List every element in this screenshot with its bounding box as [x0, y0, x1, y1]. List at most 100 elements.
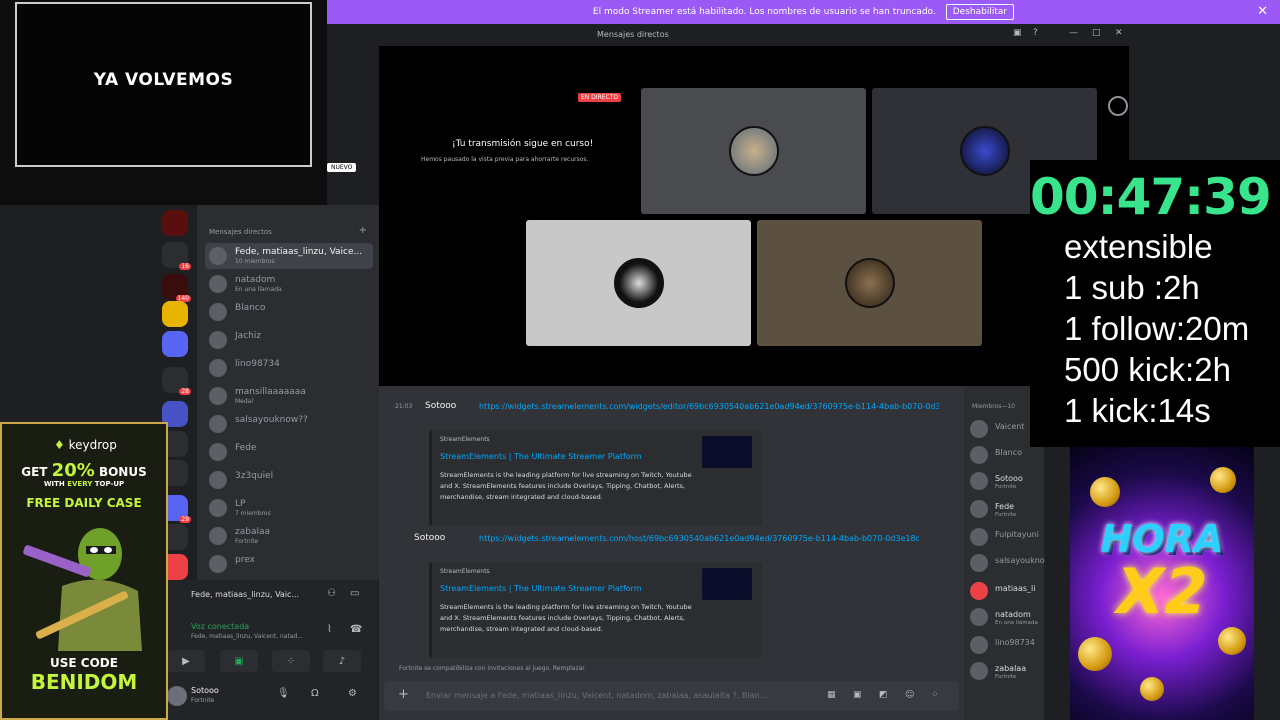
- member-item[interactable]: lino98734: [970, 634, 1044, 658]
- camera-button[interactable]: ▶: [167, 650, 205, 672]
- dm-item[interactable]: zabalaa Fortnite: [205, 523, 373, 549]
- avatar: [970, 636, 988, 654]
- participant-tile[interactable]: [641, 88, 866, 214]
- apps-icon[interactable]: ⁘: [931, 690, 939, 700]
- member-status: Fortnite: [995, 674, 1017, 680]
- message-link[interactable]: https://widgets.streamelements.com/host/…: [479, 534, 919, 543]
- embed-title[interactable]: StreamElements | The Ultimate Streamer P…: [440, 584, 642, 593]
- disconnect-icon[interactable]: ☎: [350, 624, 362, 635]
- new-badge: NUEVO: [327, 163, 357, 172]
- avatar: [728, 126, 779, 176]
- avatar: [970, 446, 988, 464]
- gif-icon[interactable]: ▣: [853, 690, 862, 700]
- gift-icon[interactable]: ▦: [827, 690, 836, 700]
- soundboard-button[interactable]: ♪: [323, 650, 361, 672]
- participant-tile[interactable]: [757, 220, 982, 346]
- member-item[interactable]: Blanco: [970, 444, 1044, 468]
- server-icon[interactable]: [162, 331, 188, 357]
- member-item[interactable]: zabalaa Fortnite: [970, 660, 1044, 684]
- dm-item[interactable]: Fede: [205, 439, 373, 465]
- emoji-icon[interactable]: ☺: [905, 690, 914, 700]
- settings-icon[interactable]: ⚙: [348, 688, 357, 699]
- member-item[interactable]: salsayouknow: [970, 552, 1045, 576]
- add-dm-icon[interactable]: +: [359, 225, 367, 236]
- screen-share-button[interactable]: ▣: [220, 650, 258, 672]
- voice-channel-name[interactable]: Fede, matiaas_linzu, Vaic...: [191, 590, 299, 599]
- activities-button[interactable]: ⁘: [272, 650, 310, 672]
- message-time: 21:03: [395, 403, 413, 410]
- dm-item[interactable]: prex: [205, 551, 373, 577]
- minimize-icon[interactable]: —: [1069, 28, 1078, 38]
- dm-name: Fede, matiaas_linzu, Vaice...: [235, 247, 363, 257]
- server-icon[interactable]: [162, 301, 188, 327]
- dm-name: Fede: [235, 443, 257, 453]
- dm-item[interactable]: LP 7 miembros: [205, 495, 373, 521]
- dm-name: natadom: [235, 275, 276, 285]
- voice-panel: Fede, matiaas_linzu, Vaic... ⚇ ▭ Voz con…: [155, 580, 377, 720]
- maximize-icon[interactable]: □: [1092, 28, 1101, 38]
- dm-item[interactable]: Jachiz: [205, 327, 373, 353]
- avatar: [959, 126, 1010, 176]
- user-add-icon[interactable]: ⚇: [327, 588, 336, 599]
- noise-icon[interactable]: ⌇: [327, 624, 332, 635]
- chat-area: 21:03 Sotooo https://widgets.streameleme…: [379, 386, 964, 720]
- timer-rule: 1 follow:20m: [1064, 310, 1250, 347]
- screen-share-icon: ▣: [234, 655, 244, 667]
- use-code-label: USE CODE: [50, 656, 118, 670]
- message-author[interactable]: Sotooo: [414, 533, 445, 543]
- dm-item[interactable]: salsayouknow??: [205, 411, 373, 437]
- x2-text: X2: [1116, 555, 1208, 628]
- current-user-status: Fortnite: [191, 697, 215, 704]
- inbox-icon[interactable]: ▣: [1013, 28, 1022, 38]
- member-name: Fede: [995, 502, 1015, 511]
- dm-header: Mensajes directos: [209, 228, 272, 236]
- dm-item[interactable]: Blanco: [205, 299, 373, 325]
- microphone-icon[interactable]: 🎙: [277, 688, 290, 699]
- message-author[interactable]: Sotooo: [425, 401, 456, 411]
- avatar: [970, 472, 988, 490]
- dm-item[interactable]: lino98734: [205, 355, 373, 381]
- embed-provider: StreamElements: [440, 568, 490, 575]
- close-icon[interactable]: ✕: [1257, 4, 1268, 19]
- activities-icon: ⁘: [286, 655, 296, 667]
- member-item[interactable]: Fulpitayuni: [970, 526, 1044, 550]
- embed-thumbnail[interactable]: [702, 568, 752, 600]
- keydrop-ad: ♦ keydrop GET 20% BONUS WITH EVERY TOP-U…: [0, 422, 168, 720]
- member-item[interactable]: matiaas_li: [970, 580, 1044, 604]
- avatar: [209, 527, 227, 545]
- avatar[interactable]: [167, 686, 187, 706]
- member-item[interactable]: Fede Fortnite: [970, 498, 1044, 522]
- ad-subline: WITH EVERY TOP-UP: [43, 480, 125, 488]
- dm-item[interactable]: mansillaaaaaaa Medal: [205, 383, 373, 409]
- coin-icon: [1218, 627, 1246, 655]
- message-input[interactable]: Enviar mensaje a Fede, matiaas_linzu, Va…: [426, 691, 767, 700]
- member-item[interactable]: natadom En una llamada: [970, 606, 1044, 630]
- dm-item[interactable]: natadom En una llamada: [205, 271, 373, 297]
- server-icon[interactable]: 16: [162, 242, 191, 270]
- dm-item[interactable]: Fede, matiaas_linzu, Vaice... 10 miembro…: [205, 243, 373, 269]
- headphones-icon[interactable]: Ω: [311, 688, 319, 699]
- server-icon[interactable]: 28: [162, 367, 191, 395]
- embed-title[interactable]: StreamElements | The Ultimate Streamer P…: [440, 452, 642, 461]
- embed-thumbnail[interactable]: [702, 436, 752, 468]
- add-attachment-icon[interactable]: +: [398, 687, 409, 702]
- member-item[interactable]: Sotooo Fortnite: [970, 470, 1044, 494]
- help-icon[interactable]: ?: [1033, 28, 1038, 38]
- screen-icon[interactable]: ▭: [350, 588, 359, 599]
- link-embed: StreamElements StreamElements | The Ulti…: [429, 562, 762, 658]
- sticker-icon[interactable]: ◩: [879, 690, 888, 700]
- message-link[interactable]: https://widgets.streamelements.com/widge…: [479, 402, 939, 411]
- participant-tile[interactable]: [526, 220, 751, 346]
- disable-streamer-button[interactable]: Deshabilitar: [945, 4, 1015, 20]
- dm-name: prex: [235, 555, 255, 565]
- window-close-icon[interactable]: ✕: [1115, 28, 1123, 38]
- timer-rules: extensible 1 sub :2h 1 follow:20m 500 ki…: [1064, 226, 1280, 431]
- brb-overlay: YA VOLVEMOS: [0, 0, 327, 205]
- dm-item[interactable]: 3z3quiel: [205, 467, 373, 493]
- keydrop-logo: ♦ keydrop: [54, 438, 117, 452]
- server-icon[interactable]: [162, 210, 188, 236]
- current-user: Sotooo: [191, 686, 219, 695]
- server-icon[interactable]: 140: [162, 274, 191, 302]
- dm-sub: Medal: [235, 398, 254, 405]
- member-name: lino98734: [995, 638, 1035, 647]
